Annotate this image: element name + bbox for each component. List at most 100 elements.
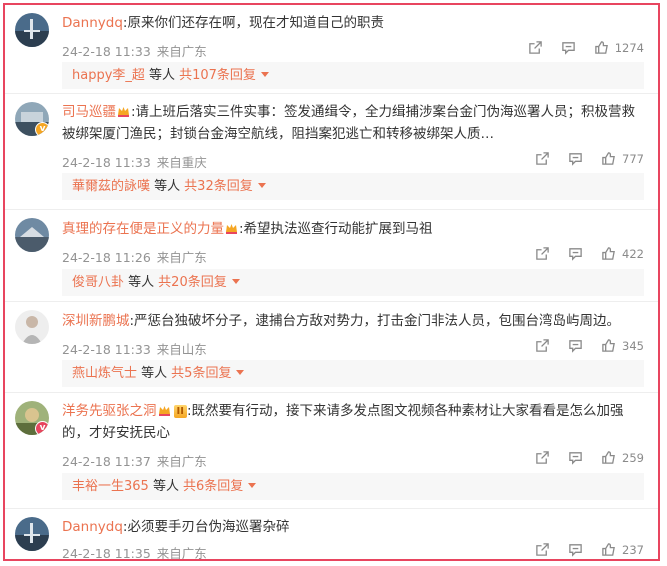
comment-text-block: Dannydq:必须要手刃台伪海巡署杂碎 <box>62 516 644 538</box>
reply-username[interactable]: 燕山炼气士 <box>72 366 137 381</box>
comment-icon <box>569 544 582 557</box>
comment-meta: 24-2-18 11:33 来自山东 <box>62 339 207 358</box>
like-count: 237 <box>622 542 644 557</box>
share-button[interactable] <box>535 151 550 166</box>
comment-actions: 1274 <box>510 40 644 55</box>
comment-actions: 259 <box>517 450 644 465</box>
comment-username[interactable]: Dannydq <box>62 15 123 31</box>
share-button[interactable] <box>535 542 550 557</box>
comment-content: :请上班后落实三件实事：签发通缉令，全力缉捕涉案台金门伪海巡署人员；积极营救被绑… <box>62 104 636 142</box>
comment-button[interactable] <box>568 542 583 557</box>
share-button[interactable] <box>535 338 550 353</box>
like-count: 777 <box>622 151 644 166</box>
avatar[interactable] <box>15 218 49 252</box>
reply-username[interactable]: happy李_超 <box>72 68 145 83</box>
crown-icon <box>226 224 237 234</box>
comment-username[interactable]: 深圳新鹏城 <box>62 313 130 329</box>
comment-meta: 24-2-18 11:26 来自广东 <box>62 247 207 266</box>
comment-button[interactable] <box>561 40 576 55</box>
comment-content: :必须要手刃台伪海巡署杂碎 <box>122 519 290 535</box>
comment-actions: 237 <box>517 542 644 557</box>
comment-text-block: 司马巡疆:请上班后落实三件实事：签发通缉令，全力缉捕涉案台金门伪海巡署人员；积极… <box>62 101 644 145</box>
comment-date: 24-2-18 11:33 <box>62 44 151 59</box>
comment-text-block: 深圳新鹏城:严惩台独破坏分子，逮捕台方敌对势力，打击金门非法人员，包围台湾岛屿周… <box>62 310 644 332</box>
vip-level-badge: II <box>173 405 187 418</box>
comment-content: :原来你们还存在啊，现在才知道自己的职责 <box>122 15 384 31</box>
comment-button[interactable] <box>568 151 583 166</box>
reply-summary[interactable]: 俊哥八卦 等人 共20条回复 <box>62 269 644 296</box>
comment-button[interactable] <box>568 338 583 353</box>
reply-count[interactable]: 共6条回复 <box>183 479 243 494</box>
like-count: 259 <box>622 450 644 465</box>
thumbs-up-icon <box>602 451 615 464</box>
comment-username[interactable]: 司马巡疆 <box>62 104 116 120</box>
comment-date: 24-2-18 11:33 <box>62 155 151 170</box>
reply-mid-text: 等人 <box>149 68 176 83</box>
comment-location: 来自广东 <box>156 454 207 469</box>
like-button[interactable]: 237 <box>601 542 644 557</box>
reply-summary[interactable]: happy李_超 等人 共107条回复 <box>62 62 644 89</box>
comment-text-block: 洋务先驱张之洞 II:既然要有行动，接下来请多发点图文视频各种素材让大家看看是怎么… <box>62 400 644 444</box>
comment-date: 24-2-18 11:35 <box>62 546 151 561</box>
avatar[interactable] <box>15 310 49 344</box>
reply-mid-text: 等人 <box>141 366 168 381</box>
comment-location: 来自重庆 <box>156 155 207 170</box>
reply-summary[interactable]: 丰裕一生365 等人 共6条回复 <box>62 473 644 500</box>
comment-date: 24-2-18 11:26 <box>62 250 151 265</box>
comment-text-block: Dannydq:原来你们还存在啊，现在才知道自己的职责 <box>62 12 644 34</box>
crown-icon <box>118 107 129 117</box>
avatar[interactable] <box>15 517 49 551</box>
share-button[interactable] <box>528 40 543 55</box>
comment-button[interactable] <box>568 450 583 465</box>
thumbs-up-icon <box>602 339 615 352</box>
reply-username[interactable]: 丰裕一生365 <box>72 479 149 494</box>
comment-username[interactable]: 洋务先驱张之洞 <box>62 403 157 419</box>
like-button[interactable]: 345 <box>601 338 644 353</box>
comment-item: Dannydq:原来你们还存在啊，现在才知道自己的职责 24-2-18 11:3… <box>5 5 658 94</box>
comment-location: 来自广东 <box>156 250 207 265</box>
like-button[interactable]: 422 <box>601 246 644 261</box>
comment-location: 来自广东 <box>156 546 207 561</box>
reply-count[interactable]: 共32条回复 <box>184 179 253 194</box>
share-button[interactable] <box>535 450 550 465</box>
reply-count[interactable]: 共107条回复 <box>179 68 256 83</box>
thumbs-up-icon <box>602 543 615 556</box>
share-icon <box>536 339 549 352</box>
reply-username[interactable]: 俊哥八卦 <box>72 275 124 290</box>
reply-count[interactable]: 共5条回复 <box>171 366 231 381</box>
avatar[interactable] <box>15 13 49 47</box>
reply-summary[interactable]: 華爾茲的詠嘆 等人 共32条回复 <box>62 173 644 200</box>
like-count: 1274 <box>614 40 644 55</box>
comment-actions: 777 <box>517 151 644 166</box>
reply-summary[interactable]: 燕山炼气士 等人 共5条回复 <box>62 360 644 387</box>
like-button[interactable]: 777 <box>601 151 644 166</box>
reply-count[interactable]: 共20条回复 <box>158 275 227 290</box>
comment-meta: 24-2-18 11:37 来自广东 <box>62 451 207 470</box>
comment-meta: 24-2-18 11:33 来自广东 <box>62 41 207 60</box>
comment-content: :严惩台独破坏分子，逮捕台方敌对势力，打击金门非法人员，包围台湾岛屿周边。 <box>129 313 621 329</box>
share-button[interactable] <box>535 246 550 261</box>
comment-username[interactable]: 真理的存在便是正义的力量 <box>62 221 224 237</box>
verified-badge-icon: v <box>35 122 49 136</box>
chevron-down-icon <box>260 72 269 77</box>
like-button[interactable]: 1274 <box>594 40 644 55</box>
comment-icon <box>569 452 582 465</box>
chevron-down-icon <box>248 483 257 488</box>
like-count: 422 <box>622 246 644 261</box>
comment-item: v 洋务先驱张之洞 II:既然要有行动，接下来请多发点图文视频各种素材让大家看看是… <box>5 393 658 509</box>
comment-icon <box>569 248 582 261</box>
comment-actions: 345 <box>517 338 644 353</box>
comment-meta: 24-2-18 11:33 来自重庆 <box>62 152 207 171</box>
comment-button[interactable] <box>568 246 583 261</box>
chevron-down-icon <box>257 183 266 188</box>
comment-username[interactable]: Dannydq <box>62 519 123 535</box>
crown-icon <box>158 406 170 416</box>
reply-username[interactable]: 華爾茲的詠嘆 <box>72 179 150 194</box>
share-icon <box>536 451 549 464</box>
avatar[interactable]: v <box>15 102 49 136</box>
like-button[interactable]: 259 <box>601 450 644 465</box>
avatar[interactable]: v <box>15 401 49 435</box>
comment-actions: 422 <box>517 246 644 261</box>
verified-badge-icon: v <box>35 421 49 435</box>
chevron-down-icon <box>236 370 245 375</box>
